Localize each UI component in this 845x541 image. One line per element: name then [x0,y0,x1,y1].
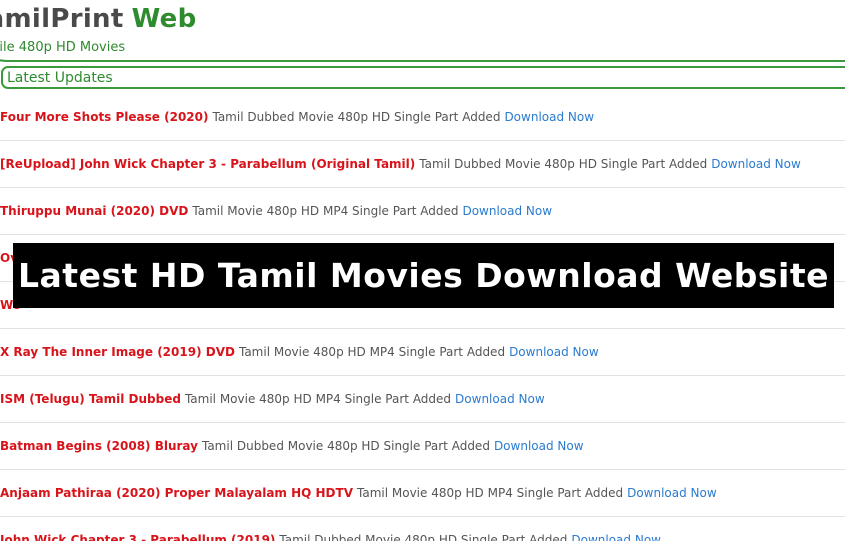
download-now-link[interactable]: Download Now [455,392,545,406]
list-item: [ReUpload] John Wick Chapter 3 - Parabel… [0,141,845,188]
movie-description: Tamil Dubbed Movie 480p HD Single Part A… [201,439,490,453]
download-now-link[interactable]: Download Now [504,110,594,124]
updates-list: Four More Shots Please (2020) Tamil Dubb… [0,94,845,541]
latest-updates-label: Latest Updates [7,70,113,86]
movie-title-link[interactable]: Batman Begins (2008) Bluray [0,439,198,453]
page: TamilPrintWeb Mobile 480p HD Movies Late… [0,0,845,541]
download-now-link[interactable]: Download Now [462,204,552,218]
download-now-link[interactable]: Download Now [571,533,661,541]
list-item: John Wick Chapter 3 - Parabellum (2019) … [0,517,845,541]
movie-title-link[interactable]: Thiruppu Munai (2020) DVD [0,204,188,218]
movie-title-link[interactable]: John Wick Chapter 3 - Parabellum (2019) [0,533,275,541]
movie-title-link[interactable]: ISM (Telugu) Tamil Dubbed [0,392,181,406]
site-header: TamilPrintWeb Mobile 480p HD Movies [0,0,845,62]
download-now-link[interactable]: Download Now [711,157,801,171]
movie-description: Tamil Movie 480p HD MP4 Single Part Adde… [238,345,506,359]
download-now-link[interactable]: Download Now [509,345,599,359]
overlay-banner: Latest HD Tamil Movies Download Website [13,243,834,308]
logo-text-web: Web [131,4,197,34]
list-item: Thiruppu Munai (2020) DVD Tamil Movie 48… [0,188,845,235]
latest-updates-bar: Latest Updates [1,66,845,89]
movie-title-link[interactable]: X Ray The Inner Image (2019) DVD [0,345,235,359]
movie-description: Tamil Dubbed Movie 480p HD Single Part A… [419,157,708,171]
list-item: X Ray The Inner Image (2019) DVD Tamil M… [0,329,845,376]
list-item: Four More Shots Please (2020) Tamil Dubb… [0,94,845,141]
movie-description: Tamil Movie 480p HD MP4 Single Part Adde… [357,486,624,500]
download-now-link[interactable]: Download Now [494,439,584,453]
movie-description: Tamil Movie 480p HD MP4 Single Part Adde… [192,204,459,218]
list-item: ISM (Telugu) Tamil Dubbed Tamil Movie 48… [0,376,845,423]
movie-description: Tamil Movie 480p HD MP4 Single Part Adde… [184,392,452,406]
banner-headline: Latest HD Tamil Movies Download Website [18,256,829,295]
download-now-link[interactable]: Download Now [627,486,717,500]
movie-title-link[interactable]: [ReUpload] John Wick Chapter 3 - Parabel… [0,157,415,171]
list-item: Batman Begins (2008) Bluray Tamil Dubbed… [0,423,845,470]
list-item: Anjaam Pathiraa (2020) Proper Malayalam … [0,470,845,517]
movie-title-link[interactable]: Four More Shots Please (2020) [0,110,208,124]
logo-text-tamilprint: TamilPrint [0,4,124,34]
site-logo[interactable]: TamilPrintWeb [0,4,196,34]
movie-description: Tamil Dubbed Movie 480p HD Single Part A… [279,533,568,541]
movie-description: Tamil Dubbed Movie 480p HD Single Part A… [212,110,501,124]
movie-title-link[interactable]: Anjaam Pathiraa (2020) Proper Malayalam … [0,486,353,500]
site-tagline: Mobile 480p HD Movies [0,40,126,55]
